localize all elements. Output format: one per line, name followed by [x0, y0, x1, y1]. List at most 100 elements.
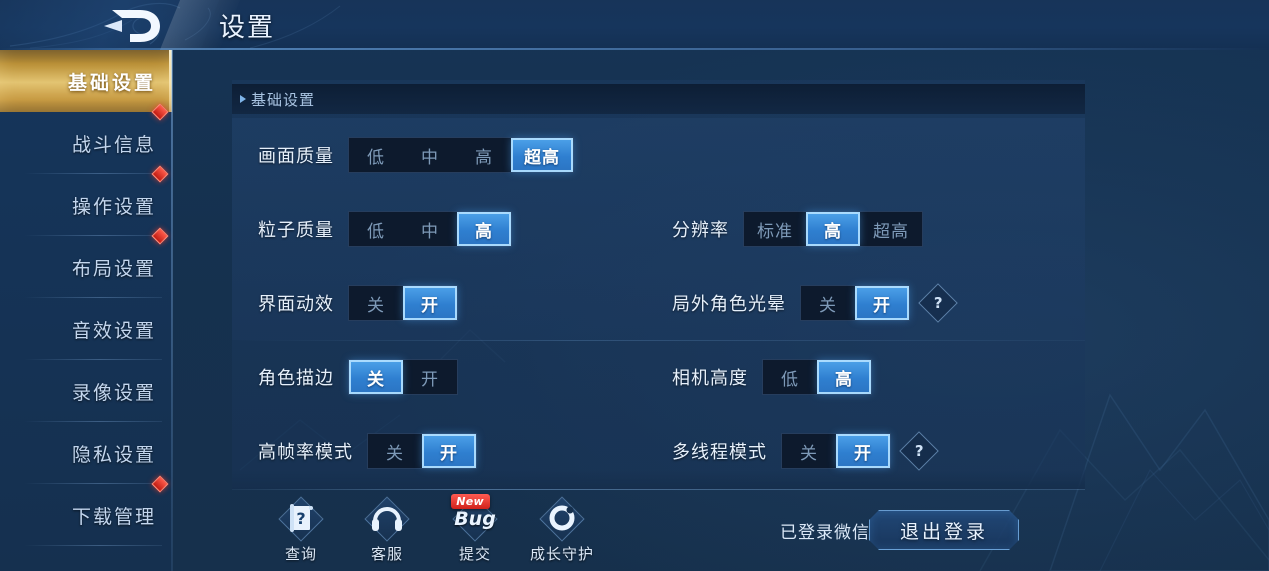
- bug-report-icon-glyph: Bug New: [451, 494, 498, 542]
- setting-options-group: 关开: [781, 433, 891, 469]
- setting-row-3: 角色描边关开 相机高度低高: [232, 340, 1085, 414]
- option-button-1[interactable]: 高: [806, 212, 860, 246]
- query-scroll-icon-glyph: ?: [278, 496, 324, 542]
- setting-row-1: 粒子质量低中高分辨率 标准高超高: [232, 192, 1085, 266]
- sidebar-item-label: 隐私设置: [71, 443, 156, 466]
- bug-report-icon[interactable]: Bug New 提交: [430, 494, 520, 564]
- setting-label: 角色描边: [258, 368, 334, 389]
- settings-screen: 设置 基础设置 战斗信息 操作设置 布局设置 音效设置 录像设置 隐私设置 下载管理 基础设置…: [0, 0, 1269, 571]
- bottom-icon-label: 提交: [458, 545, 491, 563]
- option-button-1[interactable]: 高: [817, 360, 871, 394]
- setting-label: 画面质量: [258, 146, 334, 167]
- setting-label: 局外角色光晕: [672, 294, 786, 315]
- section-header: 基础设置: [232, 84, 1085, 114]
- sidebar-item-5[interactable]: 录像设置: [0, 360, 172, 422]
- setting-options-group: 标准高超高: [743, 211, 923, 247]
- page-title: 设置: [219, 13, 276, 43]
- icon-art: ?: [278, 496, 324, 542]
- setting-options-group: 关开: [348, 359, 458, 395]
- headset-icon-glyph: [364, 496, 410, 542]
- option-button-2[interactable]: 高: [457, 138, 511, 172]
- setting-left: 画面质量低中高超高: [258, 118, 574, 192]
- icon-art: [364, 496, 410, 542]
- sidebar-item-label: 音效设置: [71, 319, 156, 342]
- query-scroll-icon[interactable]: ? 查询: [256, 496, 346, 564]
- setting-options-group: 低中高: [348, 211, 512, 247]
- setting-label: 粒子质量: [258, 220, 334, 241]
- settings-rows: 画面质量低中高超高 粒子质量低中高分辨率 标准高超高 界面动效关开局外角色光晕关开? 角…: [232, 118, 1085, 489]
- option-button-0[interactable]: 关: [368, 434, 422, 468]
- icon-art: [539, 496, 585, 542]
- sidebar-item-6[interactable]: 隐私设置: [0, 422, 172, 484]
- option-button-2[interactable]: 高: [457, 212, 511, 246]
- login-status: 已登录微信: [780, 523, 870, 543]
- option-button-0[interactable]: 标准: [744, 212, 806, 246]
- growth-guard-icon[interactable]: 成长守护: [517, 496, 607, 564]
- setting-row-0: 画面质量低中高超高: [232, 118, 1085, 192]
- settings-band-0: 画面质量低中高超高 粒子质量低中高分辨率 标准高超高 界面动效关开局外角色光晕关开?: [232, 118, 1085, 340]
- setting-right: 分辨率 标准高超高: [672, 192, 923, 266]
- option-button-1[interactable]: 开: [403, 360, 457, 394]
- logout-button-label: 退出登录: [899, 520, 988, 543]
- setting-right: 局外角色光晕关开?: [672, 266, 958, 340]
- setting-row-2: 界面动效关开局外角色光晕关开?: [232, 266, 1085, 340]
- help-icon[interactable]: ?: [918, 283, 958, 323]
- option-button-1[interactable]: 中: [403, 138, 457, 172]
- sidebar-item-label: 基础设置: [67, 71, 156, 94]
- sidebar-item-0[interactable]: 基础设置: [0, 50, 172, 112]
- sidebar-item-label: 操作设置: [71, 195, 156, 218]
- headset-icon[interactable]: 客服: [342, 496, 432, 564]
- option-button-2[interactable]: 超高: [860, 212, 922, 246]
- option-button-0[interactable]: 关: [349, 360, 403, 394]
- option-button-1[interactable]: 开: [403, 286, 457, 320]
- option-button-1[interactable]: 中: [403, 212, 457, 246]
- game-logo-icon: [104, 10, 160, 42]
- sidebar-item-label: 战斗信息: [71, 133, 156, 156]
- setting-options-group: 低高: [762, 359, 872, 395]
- option-button-0[interactable]: 低: [349, 212, 403, 246]
- growth-guard-icon-glyph: [539, 496, 585, 542]
- option-button-1[interactable]: 开: [836, 434, 890, 468]
- setting-right: 多线程模式关开?: [672, 414, 939, 488]
- sidebar-item-label: 录像设置: [71, 381, 156, 404]
- setting-left: 粒子质量低中高: [258, 192, 512, 266]
- bottom-bar: ? 查询 客服 Bug New 提交 成长守护: [0, 490, 1269, 571]
- option-button-3[interactable]: 超高: [511, 138, 573, 172]
- sidebar-item-3[interactable]: 布局设置: [0, 227, 172, 298]
- setting-options-group: 低中高超高: [348, 137, 574, 173]
- option-button-0[interactable]: 关: [349, 286, 403, 320]
- sidebar-item-2[interactable]: 操作设置: [0, 165, 172, 236]
- option-button-1[interactable]: 开: [855, 286, 909, 320]
- svg-text:?: ?: [296, 509, 305, 528]
- section-arrow-icon: [240, 95, 246, 103]
- option-button-1[interactable]: 开: [422, 434, 476, 468]
- setting-label: 相机高度: [672, 368, 748, 389]
- option-button-0[interactable]: 关: [782, 434, 836, 468]
- setting-left: 角色描边关开: [258, 340, 458, 414]
- option-button-0[interactable]: 低: [349, 138, 403, 172]
- setting-left: 高帧率模式关开: [258, 414, 477, 488]
- sidebar-item-4[interactable]: 音效设置: [0, 298, 172, 360]
- new-badge: New: [451, 494, 490, 509]
- option-button-0[interactable]: 低: [763, 360, 817, 394]
- option-button-0[interactable]: 关: [801, 286, 855, 320]
- help-glyph: ?: [914, 441, 924, 460]
- logout-button[interactable]: 退出登录: [869, 510, 1019, 550]
- setting-row-4: 高帧率模式关开多线程模式关开?: [232, 414, 1085, 488]
- section-title: 基础设置: [251, 90, 316, 109]
- setting-left: 界面动效关开: [258, 266, 458, 340]
- help-glyph: ?: [933, 293, 943, 312]
- bug-text: Bug: [454, 508, 496, 530]
- bottom-icon-label: 客服: [370, 545, 403, 563]
- setting-label: 高帧率模式: [258, 442, 353, 463]
- setting-options-group: 关开: [800, 285, 910, 321]
- sidebar-item-label: 布局设置: [71, 257, 156, 280]
- setting-right: 相机高度低高: [672, 340, 872, 414]
- bottom-icon-label: 查询: [284, 545, 317, 563]
- setting-label: 分辨率: [672, 220, 729, 241]
- top-header: 设置: [0, 0, 1269, 50]
- bottom-icon-label: 成长守护: [529, 545, 594, 563]
- sidebar-item-1[interactable]: 战斗信息: [0, 103, 172, 174]
- header-underline: [0, 48, 1269, 50]
- help-icon[interactable]: ?: [899, 431, 939, 471]
